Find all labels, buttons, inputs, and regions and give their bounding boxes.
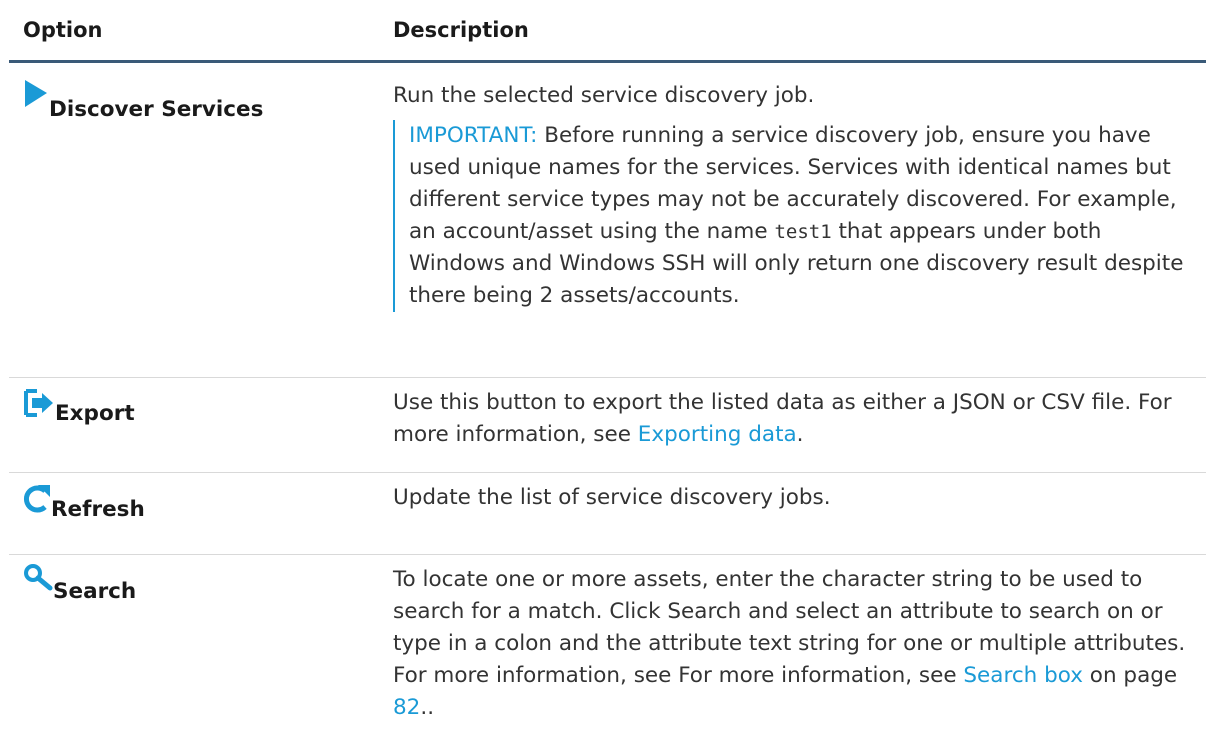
discover-services-description: Run the selected service discovery job. <box>393 80 1196 112</box>
page-number-link[interactable]: 82 <box>393 695 420 720</box>
important-label: IMPORTANT: <box>409 123 537 148</box>
exporting-data-link[interactable]: Exporting data <box>638 422 797 447</box>
discover-services-label: Discover Services <box>49 97 263 122</box>
option-column-header: Option <box>9 0 383 62</box>
table-row-search: Search To locate one or more assets, ent… <box>9 555 1206 744</box>
play-icon <box>23 79 49 113</box>
refresh-description: Update the list of service discovery job… <box>393 485 831 510</box>
search-mid-text: on page <box>1083 663 1177 688</box>
description-column-header: Description <box>383 0 1206 62</box>
export-label: Export <box>55 401 135 426</box>
refresh-icon <box>23 483 51 517</box>
table-row-discover-services: Discover Services Run the selected servi… <box>9 62 1206 378</box>
search-box-link[interactable]: Search box <box>963 663 1083 688</box>
important-code: test1 <box>774 221 831 243</box>
export-icon <box>23 388 55 422</box>
search-suffix: .. <box>420 695 434 720</box>
important-note: IMPORTANT: Before running a service disc… <box>393 120 1196 312</box>
table-row-export: Export Use this button to export the lis… <box>9 378 1206 473</box>
options-table: Option Description Discover Services Run… <box>9 0 1206 744</box>
search-icon <box>23 563 53 597</box>
refresh-label: Refresh <box>51 497 145 522</box>
table-header-row: Option Description <box>9 0 1206 62</box>
table-row-refresh: Refresh Update the list of service disco… <box>9 473 1206 555</box>
export-suffix: . <box>797 422 804 447</box>
search-label: Search <box>53 579 136 604</box>
